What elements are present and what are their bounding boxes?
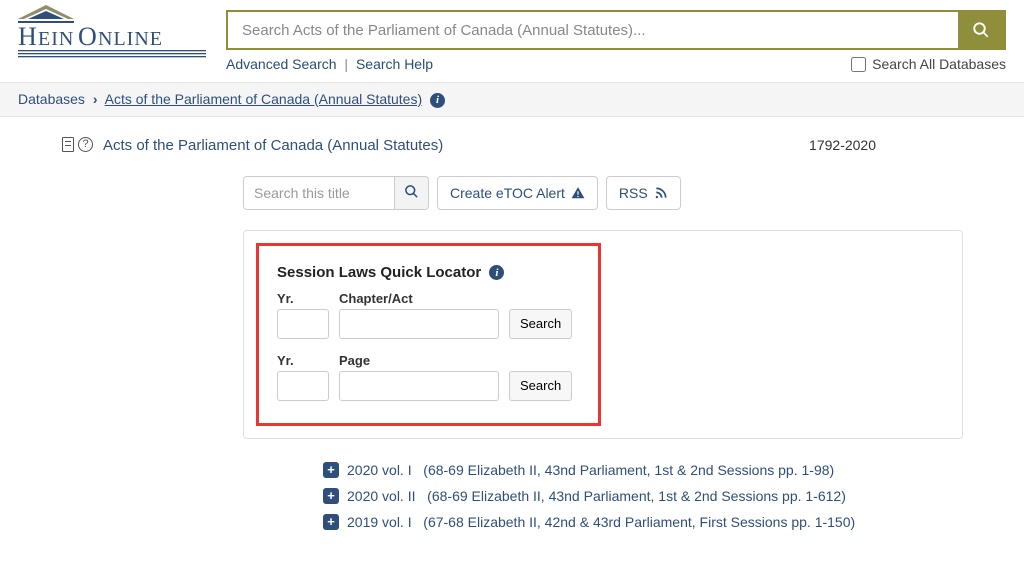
locator-search-1[interactable]: Search — [509, 309, 572, 339]
expand-icon[interactable]: + — [323, 488, 339, 504]
title-search — [243, 176, 429, 210]
main-search-input[interactable] — [228, 12, 958, 48]
chapter-label: Chapter/Act — [339, 291, 499, 306]
separator: | — [344, 56, 348, 72]
chapter-input[interactable] — [339, 309, 499, 339]
svg-text:EIN: EIN — [38, 28, 74, 50]
locator-heading: Session Laws Quick Locator — [277, 264, 481, 281]
locator-search-2[interactable]: Search — [509, 371, 572, 401]
expand-icon[interactable]: + — [323, 514, 339, 530]
title-search-button[interactable] — [394, 177, 428, 209]
search-icon — [972, 21, 990, 39]
chevron-right-icon: › — [93, 91, 98, 107]
page-input[interactable] — [339, 371, 499, 401]
volume-link[interactable]: 2020 vol. I (68-69 Elizabeth II, 43nd Pa… — [347, 462, 834, 478]
list-item: + 2020 vol. I (68-69 Elizabeth II, 43nd … — [323, 457, 1006, 483]
svg-text:H: H — [18, 22, 37, 51]
list-item: + 2019 vol. I (67-68 Elizabeth II, 42nd … — [323, 509, 1006, 535]
volume-list: + 2020 vol. I (68-69 Elizabeth II, 43nd … — [323, 457, 1006, 535]
document-icon[interactable] — [62, 137, 74, 152]
main-search-button[interactable] — [958, 12, 1004, 48]
help-icon[interactable]: ? — [78, 137, 93, 152]
create-etoc-alert-button[interactable]: Create eTOC Alert — [437, 176, 598, 210]
volume-link[interactable]: 2019 vol. I (67-68 Elizabeth II, 42nd & … — [347, 514, 855, 530]
locator-panel: Session Laws Quick Locator i Yr. Chapter… — [243, 230, 963, 439]
year-label: Yr. — [277, 291, 329, 306]
expand-icon[interactable]: + — [323, 462, 339, 478]
breadcrumb-root[interactable]: Databases — [18, 91, 85, 107]
svg-text:O: O — [78, 22, 97, 51]
year-input-1[interactable] — [277, 309, 329, 339]
advanced-search-link[interactable]: Advanced Search — [226, 56, 337, 72]
title-search-input[interactable] — [244, 177, 394, 209]
rss-label: RSS — [619, 185, 648, 201]
heinonline-logo[interactable]: H EIN O NLINE — [18, 5, 206, 60]
search-all-databases-toggle[interactable]: Search All Databases — [851, 56, 1006, 72]
rss-button[interactable]: RSS — [606, 176, 681, 210]
search-all-checkbox[interactable] — [851, 57, 866, 72]
list-item: + 2020 vol. II (68-69 Elizabeth II, 43nd… — [323, 483, 1006, 509]
year-label-2: Yr. — [277, 353, 329, 368]
search-help-link[interactable]: Search Help — [356, 56, 433, 72]
alert-icon — [571, 186, 585, 200]
volume-link[interactable]: 2020 vol. II (68-69 Elizabeth II, 43nd P… — [347, 488, 846, 504]
year-range: 1792-2020 — [809, 137, 876, 153]
breadcrumb-current[interactable]: Acts of the Parliament of Canada (Annual… — [105, 91, 423, 107]
session-laws-quick-locator: Session Laws Quick Locator i Yr. Chapter… — [256, 243, 601, 426]
rss-icon — [654, 186, 668, 200]
page-label: Page — [339, 353, 499, 368]
year-input-2[interactable] — [277, 371, 329, 401]
info-icon[interactable]: i — [489, 265, 504, 280]
breadcrumb: Databases › Acts of the Parliament of Ca… — [0, 82, 1024, 117]
search-all-label: Search All Databases — [872, 56, 1006, 72]
info-icon[interactable]: i — [430, 93, 445, 108]
collection-title: Acts of the Parliament of Canada (Annual… — [103, 137, 443, 154]
svg-text:NLINE: NLINE — [98, 28, 163, 50]
etoc-label: Create eTOC Alert — [450, 185, 565, 201]
search-icon — [404, 184, 419, 199]
